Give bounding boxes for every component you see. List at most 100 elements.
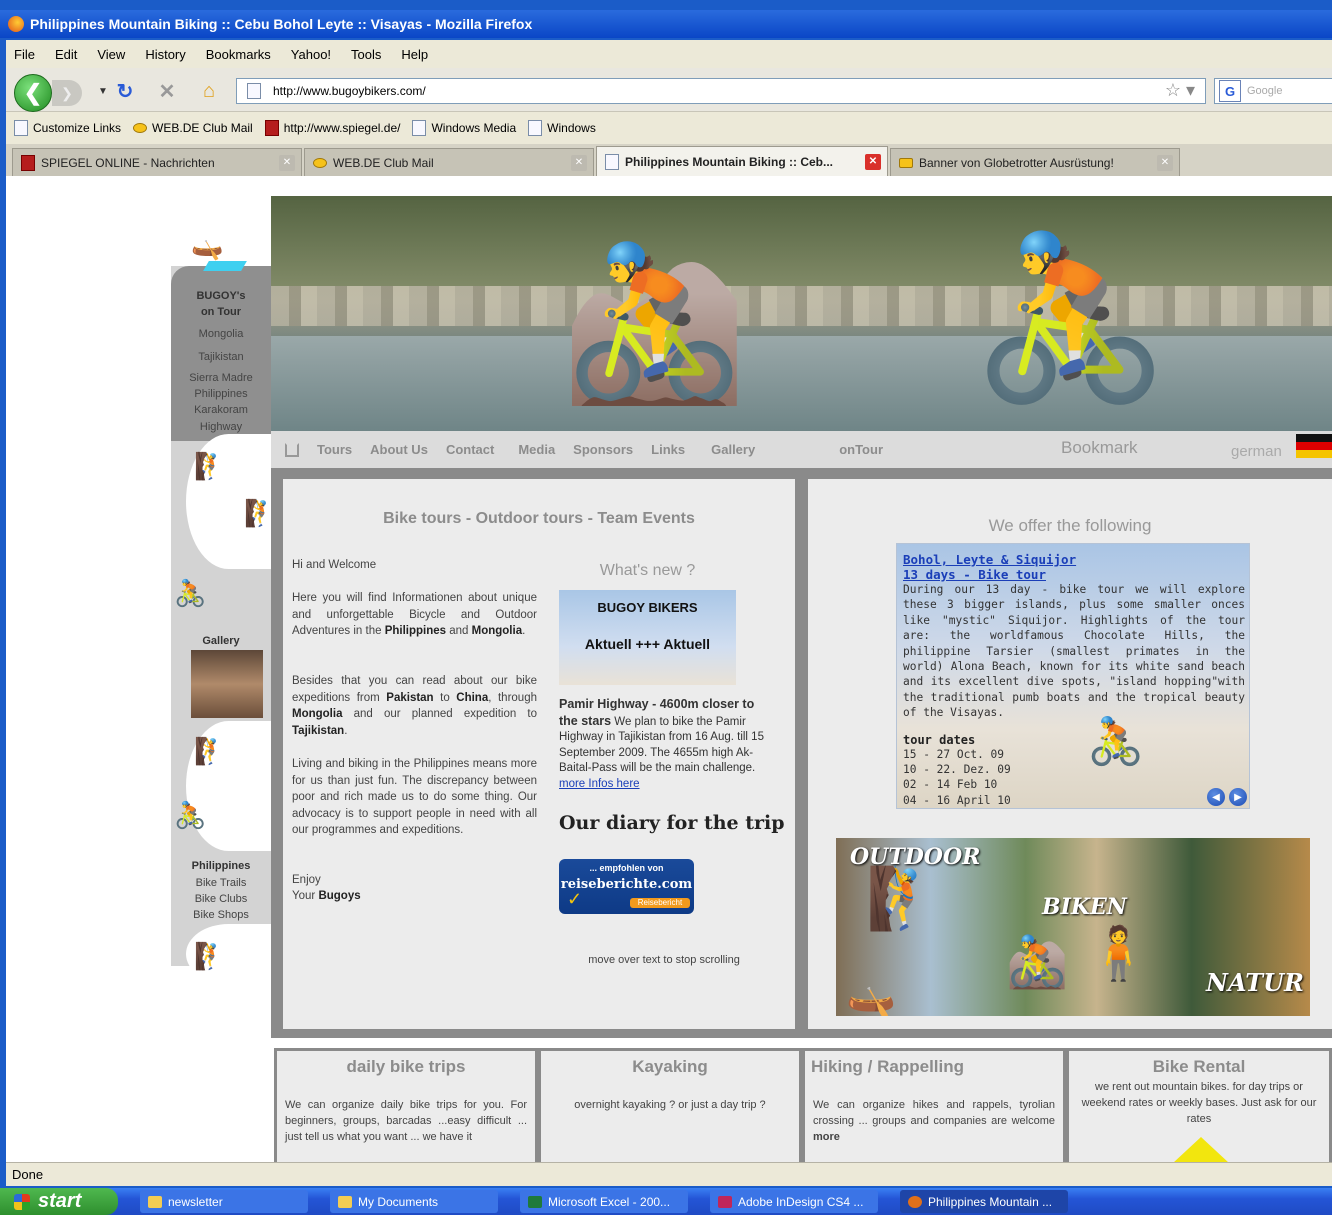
indesign-icon (718, 1195, 732, 1208)
more-infos-link[interactable]: more Infos here (559, 778, 640, 790)
back-button[interactable]: ❮ (14, 74, 52, 112)
cyclist-icon: 🚴 (174, 578, 207, 608)
tab-spiegel[interactable]: SPIEGEL ONLINE - Nachrichten ✕ (12, 148, 302, 176)
sidebar-item-highway[interactable]: Highway (171, 419, 271, 435)
hiking-title[interactable]: Hiking / Rappelling (805, 1057, 1063, 1077)
home-icon[interactable] (285, 442, 299, 457)
sidebar-item-philippines-tour[interactable]: Philippines (171, 386, 271, 402)
news-banner[interactable]: BUGOY BIKERS Aktuell +++ Aktuell (559, 590, 736, 685)
reload-icon[interactable]: ↻ (112, 78, 138, 104)
close-tab-icon[interactable]: ✕ (571, 154, 587, 171)
menu-bookmarks[interactable]: Bookmarks (206, 47, 271, 62)
kayaking-box: Kayaking overnight kayaking ? or just a … (538, 1048, 802, 1162)
navigation-toolbar: ❮ ❯ ▼ ↻ ✕ ⌂ http://www.bugoybikers.com/ … (6, 68, 1332, 112)
language-link[interactable]: german (1231, 443, 1282, 460)
bookmark-customize-links[interactable]: Customize Links (14, 120, 121, 136)
site-menu-links[interactable]: Links (651, 442, 685, 457)
menu-help[interactable]: Help (401, 47, 428, 62)
tab-philippines[interactable]: Philippines Mountain Biking :: Ceb... ✕ (596, 146, 888, 176)
sidebar-item-gallery[interactable]: Gallery (171, 633, 271, 649)
sidebar-item-bike-shops[interactable]: Bike Shops (171, 907, 271, 923)
cyclist-photo-icon: 🚵 (1006, 934, 1069, 990)
site-menu-tours[interactable]: Tours (317, 442, 352, 457)
tour-link-islands[interactable]: Bohol, Leyte & Siquijor (903, 552, 1245, 567)
taskbar-item-my-documents[interactable]: My Documents (330, 1190, 498, 1213)
sidebar-tour-heading[interactable]: BUGOY's on Tour (171, 288, 271, 320)
sidebar-item-tajikistan[interactable]: Tajikistan (171, 349, 271, 365)
rental-title[interactable]: Bike Rental (1069, 1057, 1329, 1077)
bookmark-link[interactable]: Bookmark (1061, 438, 1138, 458)
menu-tools[interactable]: Tools (351, 47, 381, 62)
expedition-paragraph: Besides that you can read about our bike… (292, 675, 537, 737)
taskbar-item-newsletter[interactable]: newsletter (140, 1190, 308, 1213)
daily-trips-box: daily bike trips We can organize daily b… (274, 1048, 538, 1162)
menu-yahoo[interactable]: Yahoo! (291, 47, 331, 62)
sidebar-item-bike-clubs[interactable]: Bike Clubs (171, 891, 271, 907)
daily-trips-title[interactable]: daily bike trips (277, 1057, 535, 1077)
sidebar-item-karakoram[interactable]: Karakoram (171, 402, 271, 418)
site-menu-gallery[interactable]: Gallery (711, 442, 755, 457)
bookmark-webde[interactable]: WEB.DE Club Mail (133, 121, 253, 135)
site-menu-sponsors[interactable]: Sponsors (573, 442, 633, 457)
url-bar[interactable]: http://www.bugoybikers.com/ ☆ ▾ (236, 78, 1206, 104)
status-bar: Done (6, 1162, 1332, 1186)
forward-button[interactable]: ❯ (52, 80, 82, 106)
google-search-icon[interactable]: G (1219, 80, 1241, 102)
site-menu-ontour[interactable]: onTour (839, 442, 883, 457)
search-placeholder: Google (1247, 85, 1283, 97)
checkmark-icon: ✓ (567, 889, 583, 909)
close-tab-icon[interactable]: ✕ (865, 153, 881, 170)
menu-file[interactable]: File (14, 47, 35, 62)
status-text: Done (12, 1167, 44, 1182)
site-menu-contact[interactable]: Contact (446, 442, 494, 457)
sidebar-item-mongolia[interactable]: Mongolia (171, 326, 271, 342)
diary-heading: Our diary for the trip (559, 812, 785, 834)
bookmark-windows[interactable]: Windows (528, 120, 596, 136)
page-icon (247, 83, 261, 99)
next-arrow-icon[interactable]: ▶ (1229, 788, 1247, 806)
person-photo-icon: 🧍 (1086, 925, 1151, 983)
climber-icon: 🧗 (194, 736, 227, 766)
outdoor-collage: OUTDOOR BIKEN NATUR 🧗 🛶 🚵 🧍 (836, 838, 1310, 1016)
sidebar-item-sierra-madre[interactable]: Sierra Madre (171, 370, 271, 386)
enjoy-text: Enjoy (292, 874, 321, 886)
menu-history[interactable]: History (145, 47, 185, 62)
offer-ticker[interactable]: Bohol, Leyte & Siquijor 13 days - Bike t… (896, 543, 1250, 809)
folder-icon (148, 1195, 162, 1208)
close-tab-icon[interactable]: ✕ (279, 154, 295, 171)
site-menu-media[interactable]: Media (518, 442, 555, 457)
previous-arrow-icon[interactable]: ◀ (1207, 788, 1225, 806)
stop-icon[interactable]: ✕ (154, 78, 180, 104)
kayaking-title[interactable]: Kayaking (541, 1057, 799, 1077)
page-icon (14, 120, 28, 136)
bookmark-star-icon[interactable]: ☆ ▾ (1165, 80, 1195, 101)
hiking-more-link[interactable]: more (813, 1131, 840, 1143)
home-icon[interactable]: ⌂ (196, 78, 222, 104)
site-menu-about[interactable]: About Us (370, 442, 428, 457)
gallery-thumbnail[interactable] (191, 650, 263, 718)
advocacy-paragraph: Living and biking in the Philippines mea… (292, 758, 537, 836)
cyclist-photo-icon: 🚵 (561, 239, 748, 407)
sidebar-ph-heading[interactable]: Philippines (171, 858, 271, 874)
tab-webde[interactable]: WEB.DE Club Mail ✕ (304, 148, 594, 176)
tab-globetrotter[interactable]: Banner von Globetrotter Ausrüstung! ✕ (890, 148, 1180, 176)
reiseberichte-badge[interactable]: ... empfohlen von reiseberichte.com ✓ Re… (559, 859, 694, 914)
search-box[interactable]: G Google (1214, 78, 1332, 104)
german-flag-icon[interactable] (1296, 434, 1332, 458)
bookmark-spiegel[interactable]: http://www.spiegel.de/ (264, 120, 400, 136)
tour-link-duration[interactable]: 13 days - Bike tour (903, 567, 1245, 582)
start-button[interactable]: start (0, 1188, 118, 1215)
signature-text: Your Bugoys (292, 890, 361, 902)
close-tab-icon[interactable]: ✕ (1157, 154, 1173, 171)
menu-edit[interactable]: Edit (55, 47, 77, 62)
sidebar-item-bike-trails[interactable]: Bike Trails (171, 875, 271, 891)
bookmark-windows-media[interactable]: Windows Media (412, 120, 516, 136)
folder-icon (338, 1195, 352, 1208)
page-viewport[interactable]: 🛶 BUGOY's on Tour Mongolia Tajikistan Sie… (6, 176, 1332, 1162)
taskbar-item-firefox[interactable]: Philippines Mountain ... (900, 1190, 1068, 1213)
menu-view[interactable]: View (97, 47, 125, 62)
kayaking-text: overnight kayaking ? or just a day trip … (574, 1099, 766, 1111)
hero-banner: 🚵 🚴 (271, 196, 1332, 431)
taskbar-item-excel[interactable]: Microsoft Excel - 200... (520, 1190, 688, 1213)
taskbar-item-indesign[interactable]: Adobe InDesign CS4 ... (710, 1190, 878, 1213)
